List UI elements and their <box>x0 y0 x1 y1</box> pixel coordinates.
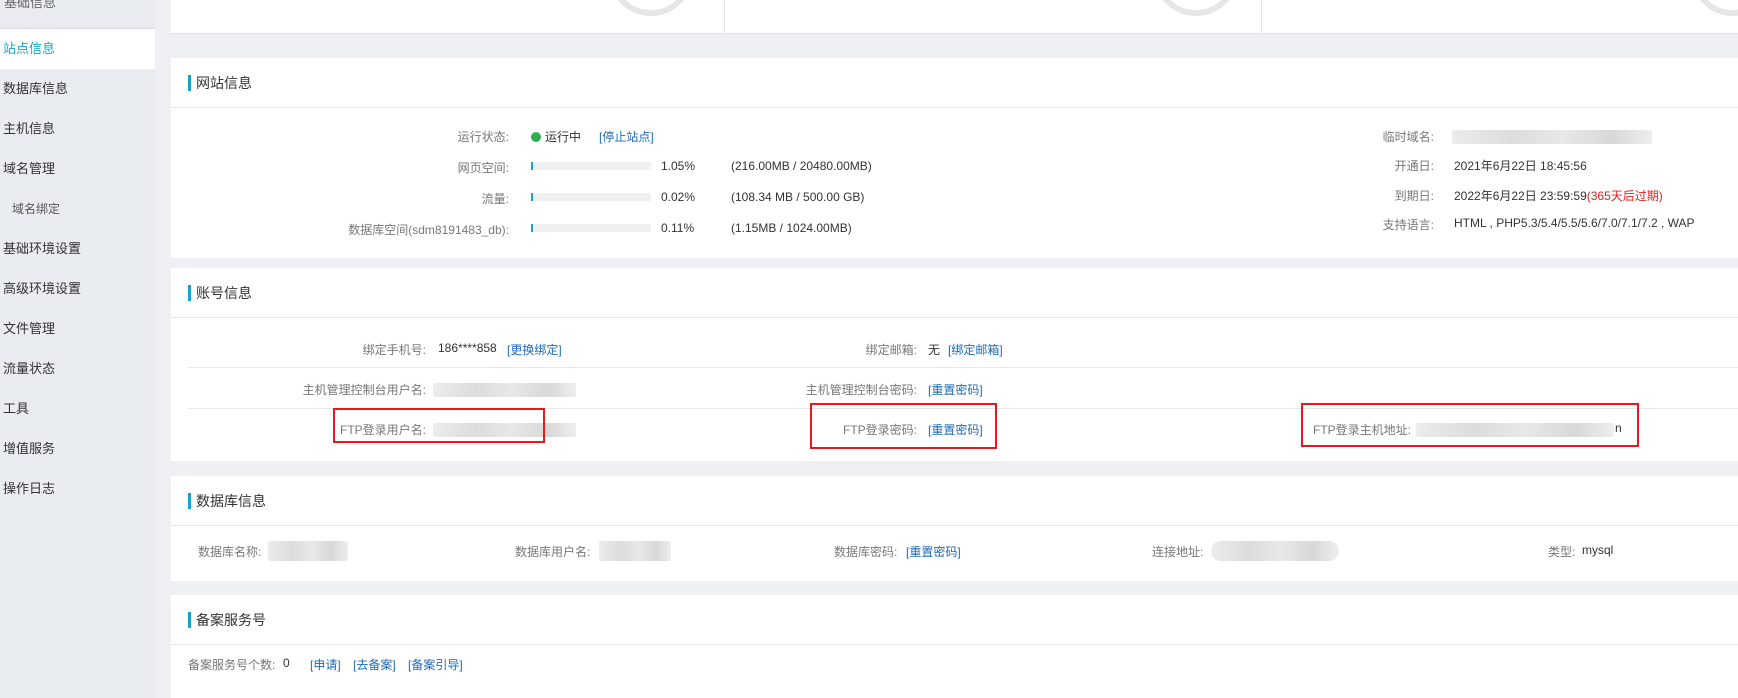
db-password-label: 数据库密码: <box>834 545 898 559</box>
traffic-detail: (108.34 MB / 500.00 GB) <box>731 190 865 204</box>
web-space-bar-fill <box>531 162 533 170</box>
beian-card: 备案服务号 备案服务号个数: 0 [申请] [去备案] [备案引导] <box>171 595 1738 698</box>
traffic-percent: 0.02% <box>661 190 696 204</box>
row-divider <box>188 367 1738 368</box>
expire-countdown: (365天后过期) <box>1586 189 1663 203</box>
website-info-card: 网站信息 运行状态: 运行中 [停止站点] 网页空间: 1.05% (216.0… <box>171 58 1738 258</box>
sidebar-header-label: 基础信息 <box>4 0 57 10</box>
run-status-label: 运行状态: <box>457 130 509 144</box>
ftp-password-highlight <box>810 403 997 449</box>
sidebar-item-domain-bind[interactable]: 域名绑定 <box>0 189 155 229</box>
gauge-cell <box>171 0 724 34</box>
db-connection-redacted <box>1211 541 1339 561</box>
language-label: 支持语言: <box>1382 218 1434 232</box>
email-label: 绑定邮箱: <box>865 343 917 357</box>
db-space-bar <box>531 224 651 232</box>
sidebar-item-database-info[interactable]: 数据库信息 <box>0 69 155 109</box>
gauge-ring <box>608 0 694 16</box>
traffic-bar <box>531 193 651 201</box>
sidebar-item-domain-manage[interactable]: 域名管理 <box>0 149 155 189</box>
gauge-cell <box>1261 0 1738 34</box>
sidebar-item-value-added[interactable]: 增值服务 <box>0 429 155 469</box>
expire-date: 2022年6月22日 23:59:59(365天后过期) <box>1454 187 1663 204</box>
change-phone-link[interactable]: [更换绑定] <box>507 341 562 358</box>
sidebar-item-advanced-env[interactable]: 高级环境设置 <box>0 269 155 309</box>
beian-title-text: 备案服务号 <box>196 612 266 628</box>
gauge-ring <box>1690 0 1738 16</box>
sidebar-item-operation-log[interactable]: 操作日志 <box>0 469 155 509</box>
expire-date-value: 2022年6月22日 23:59:59 <box>1454 189 1587 203</box>
traffic-label: 流量: <box>481 192 509 206</box>
main-content: 网站信息 运行状态: 运行中 [停止站点] 网页空间: 1.05% (216.0… <box>171 0 1738 698</box>
database-info-title-text: 数据库信息 <box>196 493 266 509</box>
website-info-title-text: 网站信息 <box>196 75 252 91</box>
open-date-value: 2021年6月22日 18:45:56 <box>1454 159 1587 173</box>
run-status-value: 运行中 <box>531 128 581 145</box>
db-space-bar-fill <box>531 224 533 232</box>
host-password-label: 主机管理控制台密码: <box>805 383 917 397</box>
web-space-bar <box>531 162 651 170</box>
sidebar-item-site-info[interactable]: 站点信息 <box>0 29 155 69</box>
beian-title: 备案服务号 <box>171 595 1738 645</box>
gauge-ring <box>1153 0 1239 16</box>
sidebar-item-basic-env[interactable]: 基础环境设置 <box>0 229 155 269</box>
running-dot-icon <box>531 132 541 142</box>
web-space-label: 网页空间: <box>457 161 509 175</box>
web-space-detail: (216.00MB / 20480.00MB) <box>731 159 872 173</box>
database-info-title: 数据库信息 <box>171 476 1738 526</box>
reset-host-password-link[interactable]: [重置密码] <box>928 381 983 398</box>
db-user-label: 数据库用户名: <box>515 545 591 559</box>
usage-gauges-card <box>171 0 1738 34</box>
db-name-redacted <box>268 541 348 561</box>
sidebar-item-traffic-status[interactable]: 流量状态 <box>0 349 155 389</box>
account-info-title-text: 账号信息 <box>196 285 252 301</box>
temp-domain-label: 临时域名: <box>1382 130 1434 144</box>
sidebar: 基础信息 站点信息 数据库信息 主机信息 域名管理 域名绑定 基础环境设置 高级… <box>0 0 155 698</box>
db-space-label: 数据库空间(sdm8191483_db): <box>348 223 509 237</box>
web-space-percent: 1.05% <box>661 159 696 173</box>
host-username-redacted <box>433 383 576 397</box>
db-connection-label: 连接地址: <box>1152 545 1204 559</box>
phone-value: 186****858 <box>438 341 497 355</box>
bind-email-link[interactable]: [绑定邮箱] <box>948 341 1003 358</box>
account-info-card: 账号信息 绑定手机号: 186****858 [更换绑定] 绑定邮箱: 无 [绑… <box>171 268 1738 461</box>
open-date-label: 开通日: <box>1394 159 1434 173</box>
host-username-label: 主机管理控制台用户名: <box>302 383 426 397</box>
database-info-card: 数据库信息 数据库名称: 数据库用户名: 数据库密码: [重置密码] 连接地址:… <box>171 476 1738 581</box>
temp-domain-redacted <box>1452 130 1652 144</box>
stop-site-link[interactable]: [停止站点] <box>599 128 654 145</box>
account-info-title: 账号信息 <box>171 268 1738 318</box>
db-type-value: mysql <box>1582 543 1614 557</box>
sidebar-header: 基础信息 <box>0 0 155 29</box>
db-user-redacted <box>599 541 671 561</box>
website-info-title: 网站信息 <box>171 58 1738 108</box>
language-value: HTML , PHP5.3/5.4/5.5/5.6/7.0/7.1/7.2 , … <box>1454 216 1695 230</box>
traffic-bar-fill <box>531 193 533 201</box>
expire-date-label: 到期日: <box>1394 189 1434 203</box>
run-status-text: 运行中 <box>545 130 582 144</box>
beian-guide-link[interactable]: [备案引导] <box>408 656 463 673</box>
beian-count-value: 0 <box>283 656 290 670</box>
db-space-detail: (1.15MB / 1024.00MB) <box>731 221 852 235</box>
db-space-percent: 0.11% <box>661 221 695 235</box>
db-type-label: 类型: <box>1548 545 1576 559</box>
sidebar-item-file-manage[interactable]: 文件管理 <box>0 309 155 349</box>
reset-db-password-link[interactable]: [重置密码] <box>906 543 961 560</box>
ftp-host-highlight <box>1301 403 1639 447</box>
beian-count-label: 备案服务号个数: <box>188 658 276 672</box>
sidebar-item-tools[interactable]: 工具 <box>0 389 155 429</box>
ftp-username-highlight <box>333 408 545 443</box>
sidebar-item-host-info[interactable]: 主机信息 <box>0 109 155 149</box>
gauge-cell <box>724 0 1261 34</box>
beian-go-link[interactable]: [去备案] <box>353 656 396 673</box>
email-value: 无 <box>928 343 941 357</box>
db-name-label: 数据库名称: <box>198 545 262 559</box>
phone-label: 绑定手机号: <box>362 343 426 357</box>
beian-apply-link[interactable]: [申请] <box>310 656 341 673</box>
